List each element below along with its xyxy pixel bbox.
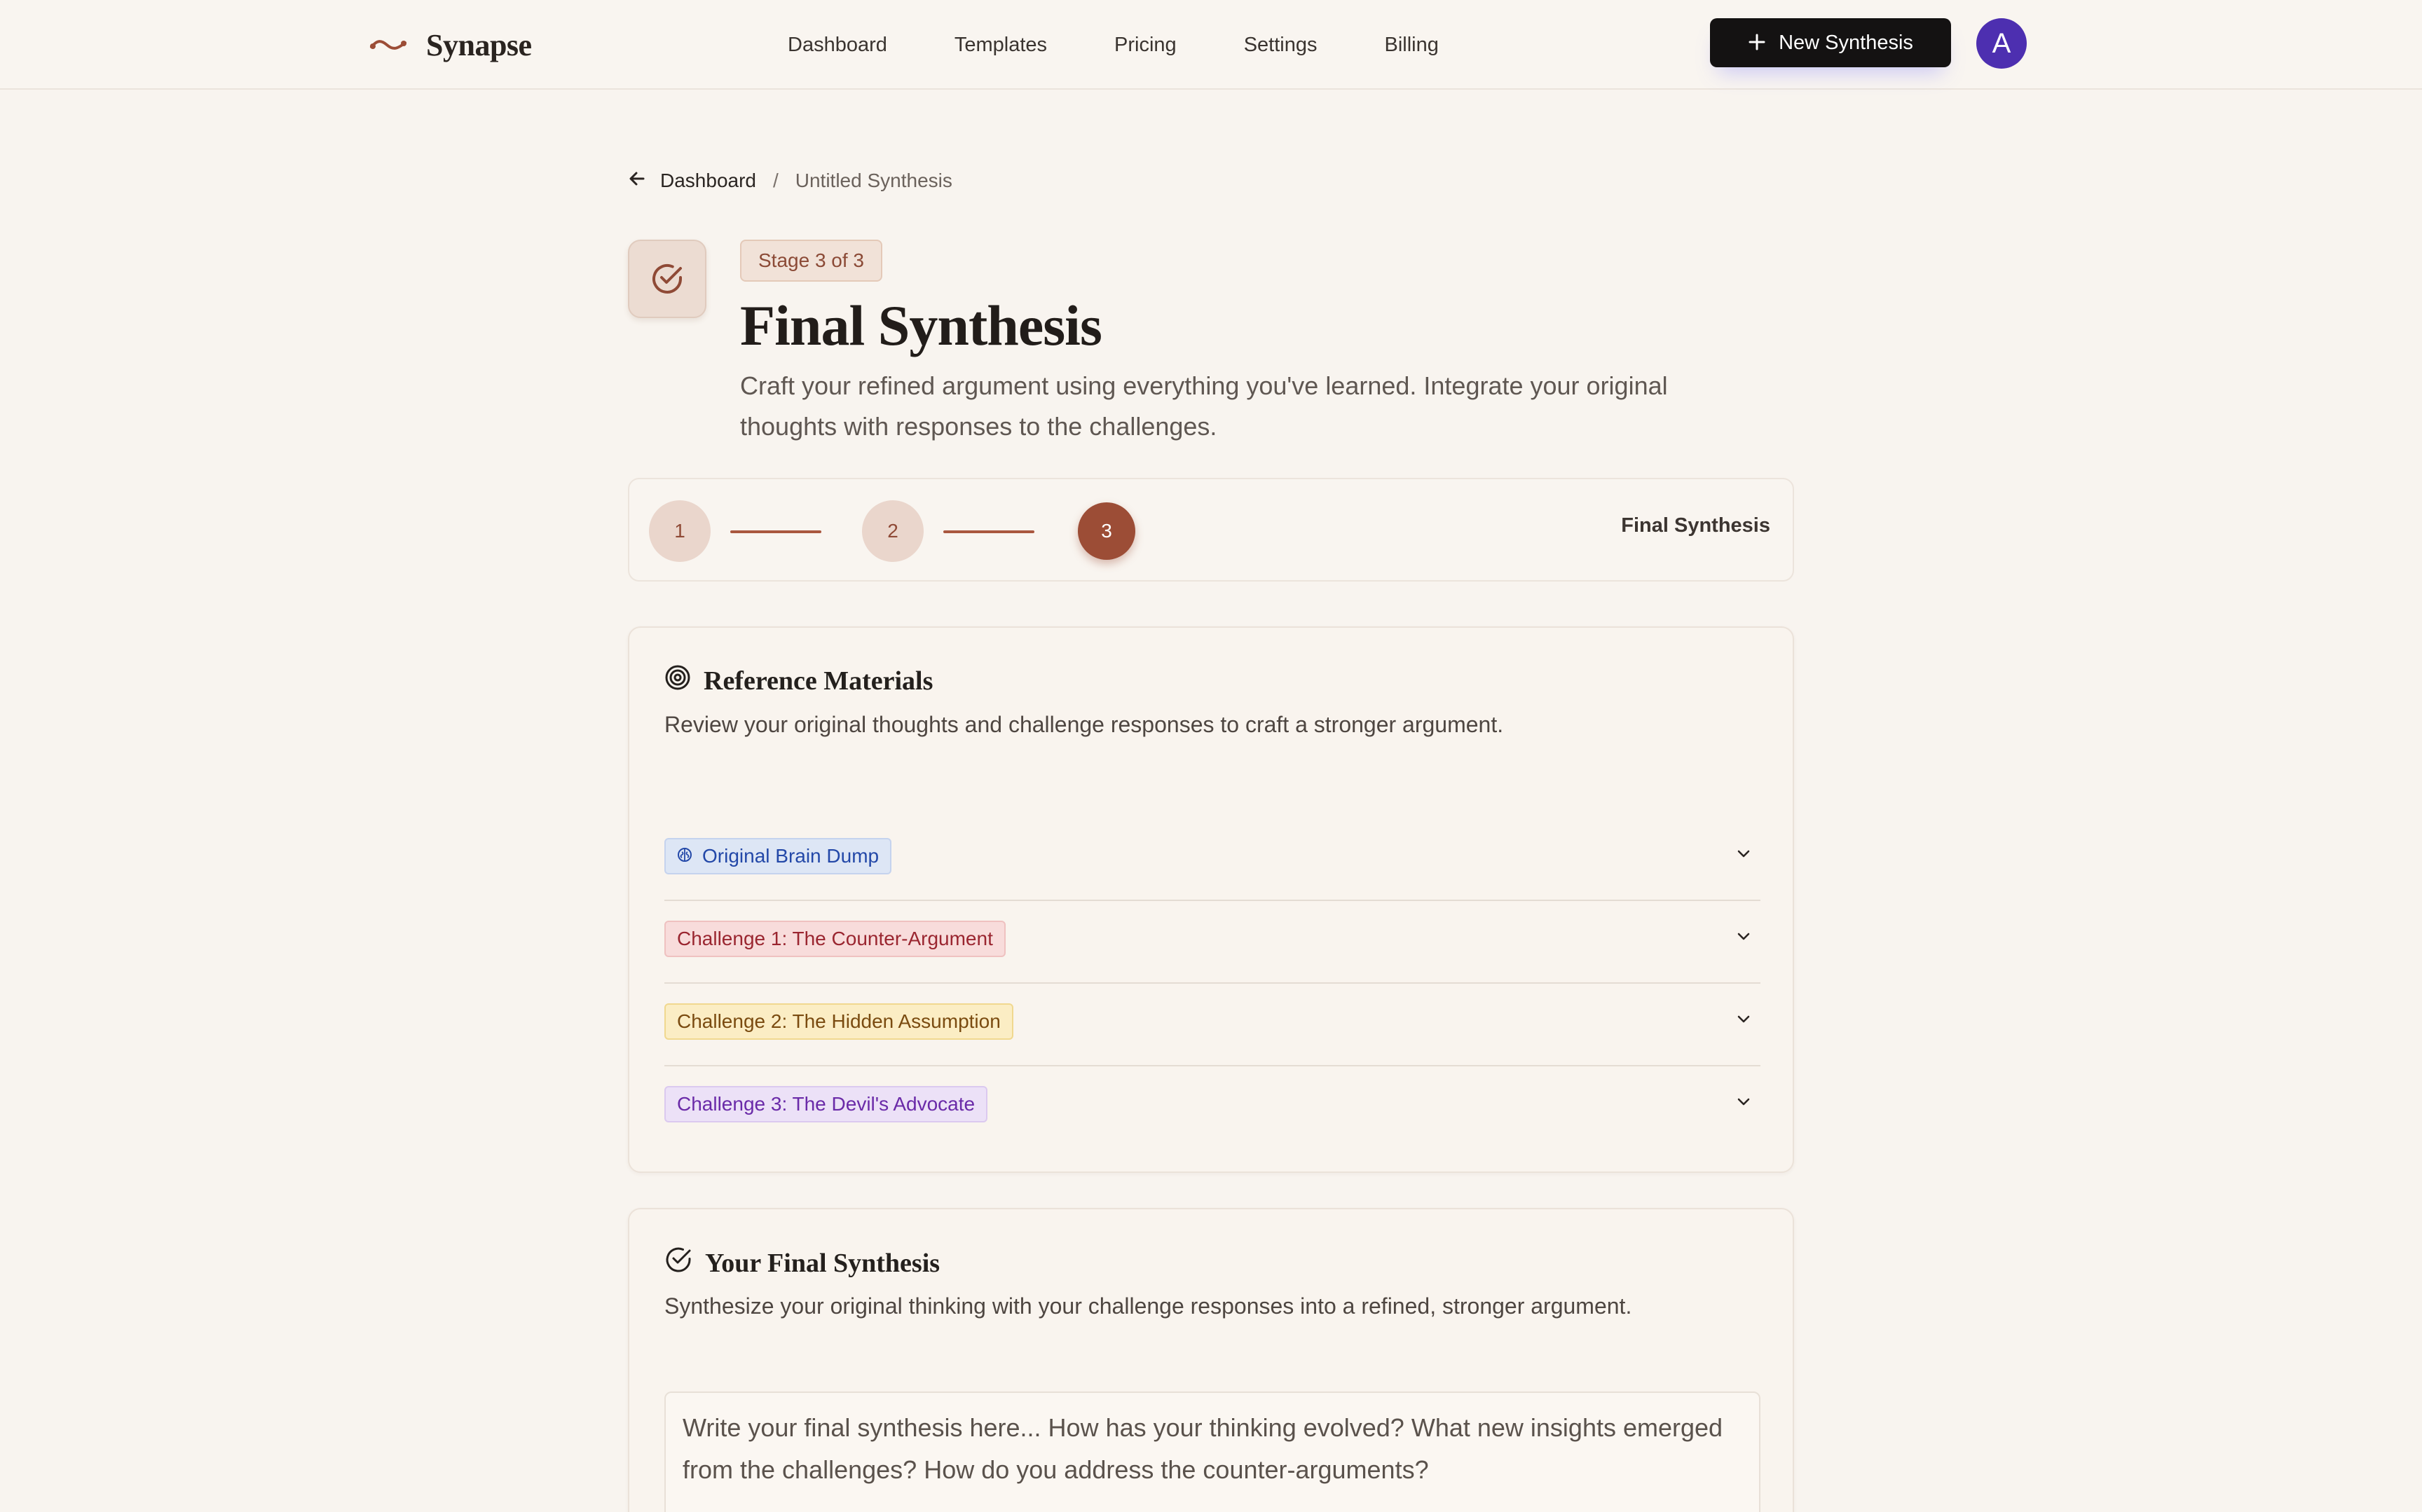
check-circle-icon xyxy=(628,240,706,318)
step-3[interactable]: 3 xyxy=(1078,502,1135,560)
check-circle-icon xyxy=(664,1246,692,1281)
synapse-logo-icon xyxy=(369,36,408,53)
stage-badge: Stage 3 of 3 xyxy=(740,240,883,282)
new-synthesis-label: New Synthesis xyxy=(1779,31,1913,54)
avatar[interactable]: A xyxy=(1976,18,2027,69)
final-synthesis-title: Your Final Synthesis xyxy=(705,1249,940,1278)
step-connector xyxy=(943,530,1034,533)
breadcrumb-dashboard: Dashboard xyxy=(660,170,756,191)
stage-stepper: 1 2 3 Final Synthesis xyxy=(628,478,1794,582)
final-synthesis-card: Your Final Synthesis Synthesize your ori… xyxy=(628,1208,1794,1512)
nav-item-pricing[interactable]: Pricing xyxy=(1114,34,1177,57)
step-1[interactable]: 1 xyxy=(649,500,711,562)
plus-icon xyxy=(1748,29,1766,56)
ref-label: Original Brain Dump xyxy=(702,845,880,867)
page-subtitle: Craft your refined argument using everyt… xyxy=(740,371,1668,441)
nav-item-templates[interactable]: Templates xyxy=(955,34,1047,57)
brand-name: Synapse xyxy=(426,27,532,62)
final-synthesis-textarea[interactable] xyxy=(664,1391,1760,1512)
accordion-item-challenge-3[interactable]: Challenge 3: The Devil's Advocate xyxy=(664,1066,1760,1149)
chevron-down-icon[interactable] xyxy=(1731,1006,1756,1031)
final-synthesis-description: Synthesize your original thinking with y… xyxy=(664,1293,1632,1319)
step-2[interactable]: 2 xyxy=(862,500,924,562)
ref-label: Challenge 3: The Devil's Advocate xyxy=(677,1093,976,1115)
new-synthesis-button[interactable]: New Synthesis xyxy=(1710,18,1951,67)
final-synthesis-header: Your Final Synthesis xyxy=(664,1246,940,1281)
target-icon xyxy=(664,664,691,698)
nav-item-dashboard[interactable]: Dashboard xyxy=(788,34,887,57)
brand[interactable]: Synapse xyxy=(369,24,532,66)
arrow-left-icon xyxy=(628,170,646,193)
breadcrumb-back-link[interactable]: Dashboard xyxy=(628,170,756,193)
nav-item-settings[interactable]: Settings xyxy=(1244,34,1318,57)
tag-challenge-3: Challenge 3: The Devil's Advocate xyxy=(664,1086,988,1122)
accordion-item-brain-dump[interactable]: Original Brain Dump xyxy=(664,818,1760,901)
chevron-down-icon[interactable] xyxy=(1731,923,1756,949)
tag-challenge-1: Challenge 1: The Counter-Argument xyxy=(664,921,1006,957)
nav-item-billing[interactable]: Billing xyxy=(1385,34,1439,57)
ref-label: Challenge 2: The Hidden Assumption xyxy=(677,1010,1001,1032)
chevron-down-icon[interactable] xyxy=(1731,841,1756,866)
top-navigation-bar: Synapse Dashboard Templates Pricing Sett… xyxy=(0,0,2422,90)
chevron-down-icon[interactable] xyxy=(1731,1089,1756,1114)
brain-icon xyxy=(677,845,692,867)
ref-label: Challenge 1: The Counter-Argument xyxy=(677,928,993,949)
step-connector xyxy=(730,530,821,533)
accordion-item-challenge-2[interactable]: Challenge 2: The Hidden Assumption xyxy=(664,984,1760,1066)
page-title: Final Synthesis xyxy=(740,294,1102,357)
tag-original-brain-dump: Original Brain Dump xyxy=(664,838,892,874)
main-nav: Dashboard Templates Pricing Settings Bil… xyxy=(788,28,1506,62)
tag-challenge-2: Challenge 2: The Hidden Assumption xyxy=(664,1003,1013,1040)
current-step-label: Final Synthesis xyxy=(1621,514,1770,537)
breadcrumb: Dashboard / Untitled Synthesis xyxy=(628,167,952,195)
reference-materials-header: Reference Materials xyxy=(664,664,933,698)
breadcrumb-separator: / xyxy=(772,170,779,191)
reference-materials-card: Reference Materials Review your original… xyxy=(628,626,1794,1173)
reference-materials-title: Reference Materials xyxy=(704,666,933,696)
reference-materials-description: Review your original thoughts and challe… xyxy=(664,712,1504,737)
breadcrumb-current: Untitled Synthesis xyxy=(795,170,952,191)
accordion-item-challenge-1[interactable]: Challenge 1: The Counter-Argument xyxy=(664,901,1760,984)
